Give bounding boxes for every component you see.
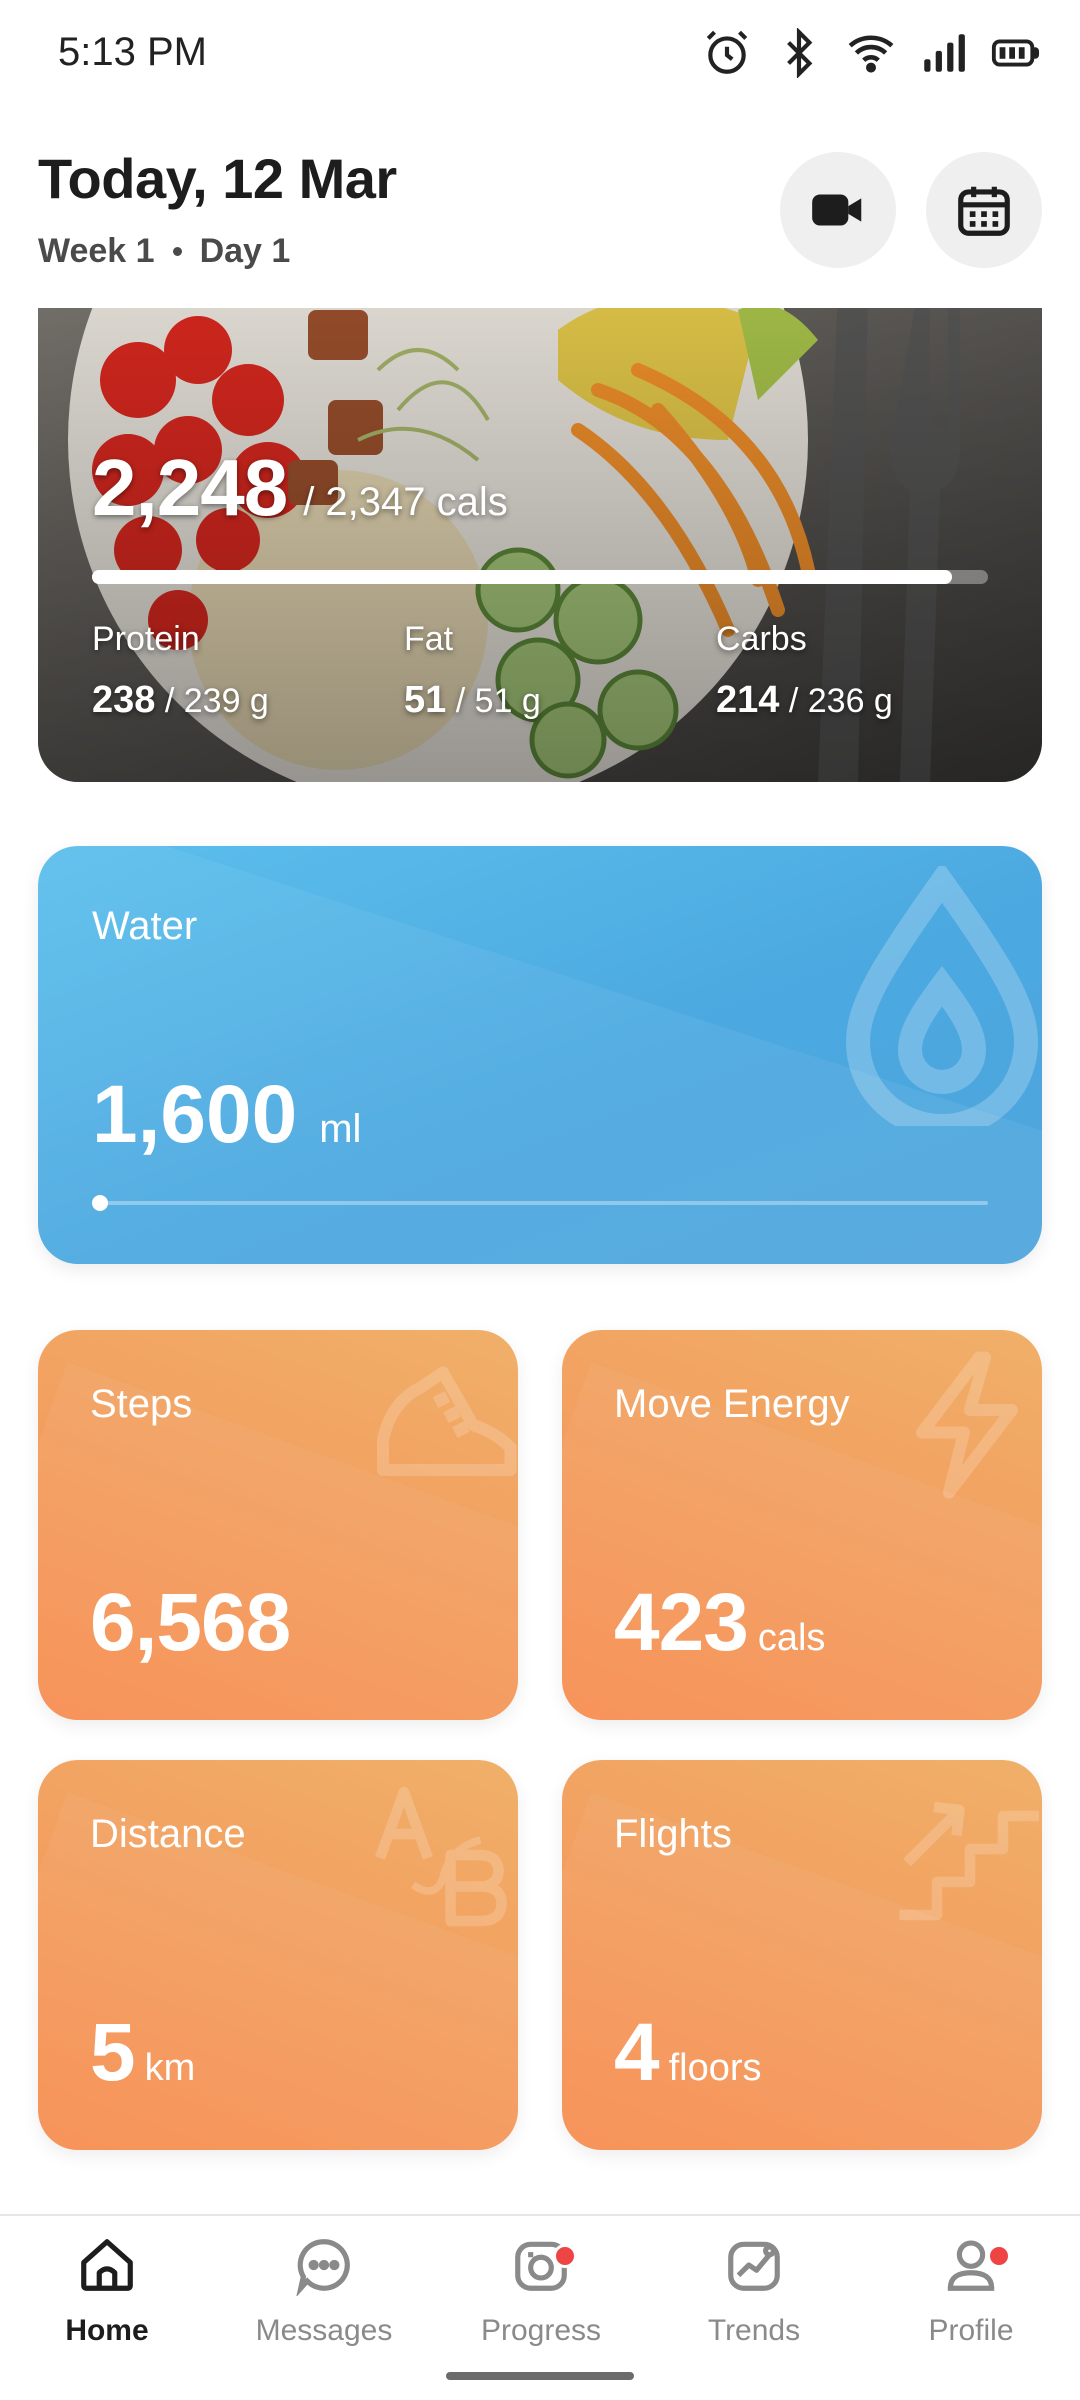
fat-value: 51 xyxy=(404,679,447,721)
status-time: 5:13 PM xyxy=(58,30,207,74)
header: Today, 12 Mar Week 1 Day 1 xyxy=(0,110,1080,308)
messages-icon xyxy=(296,2239,350,2296)
stairs-icon xyxy=(899,1801,1039,1921)
program-progress: Week 1 Day 1 xyxy=(38,232,290,271)
signal-icon xyxy=(924,34,965,72)
a-to-b-icon xyxy=(375,1786,507,1927)
carbs-value-line: 214 / 236 g xyxy=(716,679,893,722)
steps-value-line: 6,568 xyxy=(90,1576,300,1670)
shoe-icon xyxy=(377,1366,517,1476)
flights-card[interactable]: Flights 4 floors xyxy=(562,1760,1042,2150)
calories-summary: 2,248 / 2,347 cals xyxy=(92,442,508,534)
fat-value-line: 51 / 51 g xyxy=(404,679,541,722)
distance-unit: km xyxy=(144,2047,196,2089)
move-energy-label: Move Energy xyxy=(614,1382,850,1426)
status-bar: 5:13 PM xyxy=(0,0,1080,110)
protein-value: 238 xyxy=(92,679,156,721)
move-energy-value: 423 xyxy=(614,1577,749,1668)
calories-progress-fill xyxy=(92,570,953,584)
macro-protein: Protein 238 / 239 g xyxy=(92,620,269,722)
status-icons xyxy=(702,28,1040,78)
calendar-icon xyxy=(958,186,1010,236)
flights-label: Flights xyxy=(614,1812,732,1856)
protein-target: / 239 g xyxy=(164,682,269,720)
water-value-line: 1,600 ml xyxy=(92,1068,361,1162)
carbs-label: Carbs xyxy=(716,620,807,658)
water-drop-icon xyxy=(845,866,1039,1126)
nav-label-trends: Trends xyxy=(707,2314,801,2347)
battery-icon xyxy=(991,39,1040,67)
calendar-button[interactable] xyxy=(926,152,1042,268)
distance-label: Distance xyxy=(90,1812,246,1856)
water-card[interactable]: Water 1,600 ml xyxy=(38,846,1042,1264)
bluetooth-icon xyxy=(787,28,813,78)
nav-item-profile[interactable]: Profile xyxy=(871,2234,1071,2348)
day-label: Day 1 xyxy=(199,232,291,270)
macro-carbs: Carbs 214 / 236 g xyxy=(716,620,893,722)
distance-value: 5 xyxy=(90,2007,136,2098)
home-icon xyxy=(81,2239,133,2291)
steps-value: 6,568 xyxy=(90,1577,291,1668)
progress-notification-badge xyxy=(553,2244,577,2268)
fat-label: Fat xyxy=(404,620,454,658)
distance-card[interactable]: Distance 5 km xyxy=(38,1760,518,2150)
nav-label-messages: Messages xyxy=(255,2314,393,2347)
lightning-icon xyxy=(916,1351,1018,1499)
move-energy-value-line: 423 cals xyxy=(614,1576,825,1670)
video-call-button[interactable] xyxy=(780,152,896,268)
nav-label-profile: Profile xyxy=(928,2314,1014,2347)
calories-progress-bar xyxy=(92,570,988,584)
flights-unit: floors xyxy=(668,2047,762,2089)
flights-value-line: 4 floors xyxy=(614,2006,762,2100)
carbs-value: 214 xyxy=(716,679,780,721)
protein-label: Protein xyxy=(92,620,200,658)
nav-item-messages[interactable]: Messages xyxy=(224,2234,424,2348)
carbs-target: / 236 g xyxy=(788,682,893,720)
page-title: Today, 12 Mar xyxy=(38,147,397,210)
distance-value-line: 5 km xyxy=(90,2006,195,2100)
calories-consumed: 2,248 xyxy=(92,443,288,532)
water-label: Water xyxy=(92,904,198,948)
water-progress-handle xyxy=(92,1195,108,1211)
video-camera-icon xyxy=(812,194,862,226)
water-value: 1,600 xyxy=(92,1069,298,1160)
protein-value-line: 238 / 239 g xyxy=(92,679,269,722)
wifi-icon xyxy=(848,35,894,73)
trends-icon xyxy=(728,2241,780,2291)
calories-target: / 2,347 cals xyxy=(303,480,508,524)
nav-item-home[interactable]: Home xyxy=(7,2234,207,2348)
profile-notification-badge xyxy=(987,2244,1011,2268)
nav-label-home: Home xyxy=(65,2314,149,2347)
nav-item-progress[interactable]: Progress xyxy=(441,2234,641,2348)
nav-item-trends[interactable]: Trends xyxy=(654,2234,854,2348)
alarm-icon xyxy=(706,30,748,74)
home-indicator[interactable] xyxy=(446,2372,634,2380)
nutrition-card[interactable]: 2,248 / 2,347 cals Protein 238 / 239 g F… xyxy=(38,290,1042,782)
separator-dot xyxy=(172,247,182,256)
steps-label: Steps xyxy=(90,1382,193,1426)
flights-value: 4 xyxy=(614,2007,660,2098)
steps-card[interactable]: Steps 6,568 xyxy=(38,1330,518,1720)
move-energy-unit: cals xyxy=(757,1617,826,1659)
water-progress-track xyxy=(92,1201,988,1205)
macro-fat: Fat 51 / 51 g xyxy=(404,620,541,722)
move-energy-card[interactable]: Move Energy 423 cals xyxy=(562,1330,1042,1720)
water-unit: ml xyxy=(319,1107,362,1151)
fat-target: / 51 g xyxy=(455,682,541,720)
week-label: Week 1 xyxy=(38,232,155,270)
nav-label-progress: Progress xyxy=(480,2314,602,2347)
